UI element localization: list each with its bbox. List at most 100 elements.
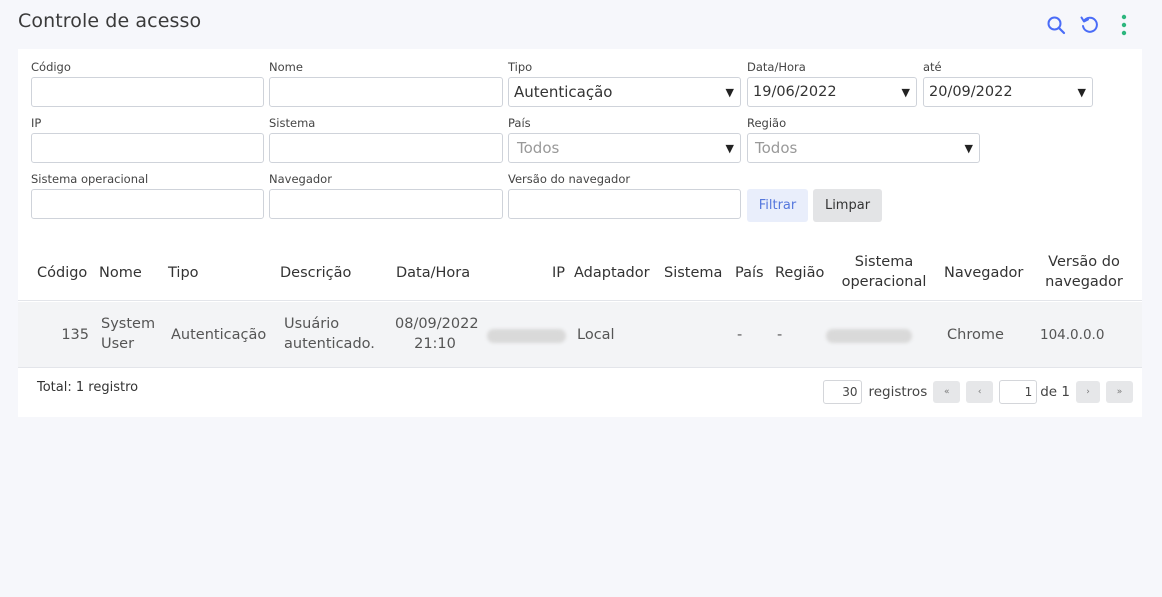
- cell-so-redacted: [826, 329, 912, 343]
- col-codigo[interactable]: Código: [37, 263, 87, 283]
- ate-filter: até 20/09/2022 ▼: [923, 60, 1093, 107]
- nome-input[interactable]: [269, 77, 503, 107]
- codigo-label: Código: [31, 60, 71, 74]
- col-versao-navegador[interactable]: Versão do navegador: [1034, 252, 1134, 292]
- codigo-filter: Código: [31, 60, 264, 107]
- first-page-button[interactable]: «: [933, 381, 961, 403]
- cell-descricao-line2: autenticado.: [284, 336, 375, 352]
- prev-page-button[interactable]: ‹: [966, 381, 994, 403]
- col-versao-line2: navegador: [1045, 274, 1123, 290]
- cell-adaptador: Local: [577, 327, 615, 343]
- col-descricao[interactable]: Descrição: [280, 263, 351, 283]
- col-regiao[interactable]: Região: [775, 263, 824, 283]
- page-title: Controle de acesso: [18, 10, 202, 32]
- page-size-input[interactable]: 30: [823, 380, 863, 404]
- next-page-button[interactable]: ›: [1076, 381, 1100, 403]
- caret-down-icon: ▼: [725, 85, 734, 99]
- col-so-line1: Sistema: [854, 254, 914, 270]
- so-filter: Sistema operacional: [31, 172, 264, 219]
- data-hora-filter: Data/Hora 19/06/2022 ▼: [747, 60, 917, 107]
- regiao-label: Região: [747, 116, 787, 130]
- filter-button[interactable]: Filtrar: [747, 189, 808, 222]
- cell-descricao: Usuário autenticado.: [284, 314, 375, 354]
- data-hora-value: 19/06/2022: [753, 84, 837, 100]
- cell-navegador: Chrome: [947, 327, 1004, 343]
- pagination: 30 registros « ‹ 1 de 1 › »: [823, 380, 1133, 404]
- pais-label: País: [508, 116, 531, 130]
- nome-filter: Nome: [269, 60, 503, 107]
- header-actions: [1046, 14, 1134, 36]
- ate-select[interactable]: 20/09/2022 ▼: [923, 77, 1093, 107]
- navegador-label: Navegador: [269, 172, 332, 186]
- tipo-select[interactable]: Autenticação ▼: [508, 77, 741, 107]
- pais-select[interactable]: Todos ▼: [508, 133, 741, 163]
- col-data-hora[interactable]: Data/Hora: [396, 263, 470, 283]
- cell-data-hora: 08/09/2022 21:10: [395, 314, 479, 354]
- so-label: Sistema operacional: [31, 172, 149, 186]
- caret-down-icon: ▼: [725, 141, 734, 155]
- clear-button[interactable]: Limpar: [813, 189, 882, 222]
- registros-label: registros: [868, 384, 928, 400]
- data-hora-label: Data/Hora: [747, 60, 806, 74]
- data-hora-select[interactable]: 19/06/2022 ▼: [747, 77, 917, 107]
- cell-descricao-line1: Usuário: [284, 316, 340, 332]
- cell-pais: -: [737, 327, 743, 343]
- pais-value: Todos: [517, 139, 560, 157]
- so-input[interactable]: [31, 189, 264, 219]
- regiao-select[interactable]: Todos ▼: [747, 133, 980, 163]
- col-adaptador[interactable]: Adaptador: [574, 263, 650, 283]
- col-sistema-operacional[interactable]: Sistema operacional: [834, 252, 934, 292]
- caret-down-icon: ▼: [1077, 85, 1086, 99]
- total-count: Total: 1 registro: [37, 380, 139, 395]
- filter-card: Código Nome Tipo Autenticação ▼ Data/Hor…: [18, 49, 1142, 417]
- sistema-filter: Sistema: [269, 116, 503, 163]
- cell-data-line2: 21:10: [414, 336, 456, 352]
- table-row[interactable]: 135 System User Autenticação Usuário aut…: [18, 302, 1142, 368]
- versao-navegador-input[interactable]: [508, 189, 741, 219]
- search-icon[interactable]: [1046, 14, 1066, 36]
- tipo-value: Autenticação: [514, 83, 613, 101]
- navegador-input[interactable]: [269, 189, 503, 219]
- caret-down-icon: ▼: [901, 85, 910, 99]
- cell-nome-line2: User: [101, 336, 135, 352]
- nome-label: Nome: [269, 60, 303, 74]
- col-pais[interactable]: País: [735, 263, 764, 283]
- col-so-line2: operacional: [841, 274, 927, 290]
- cell-nome: System User: [101, 314, 155, 354]
- table-header: Código Nome Tipo Descrição Data/Hora IP …: [18, 244, 1142, 301]
- ip-label: IP: [31, 116, 42, 130]
- ip-input[interactable]: [31, 133, 264, 163]
- results-table: Código Nome Tipo Descrição Data/Hora IP …: [18, 244, 1142, 368]
- versao-navegador-label: Versão do navegador: [508, 172, 631, 186]
- refresh-icon[interactable]: [1080, 14, 1100, 36]
- cell-regiao: -: [777, 327, 783, 343]
- ate-value: 20/09/2022: [929, 84, 1013, 100]
- ip-filter: IP: [31, 116, 264, 163]
- navegador-filter: Navegador: [269, 172, 503, 219]
- current-page-input[interactable]: 1: [999, 380, 1038, 404]
- last-page-button[interactable]: »: [1106, 381, 1133, 403]
- codigo-input[interactable]: [31, 77, 264, 107]
- pais-filter: País Todos ▼: [508, 116, 741, 163]
- cell-nome-line1: System: [101, 316, 156, 332]
- tipo-label: Tipo: [508, 60, 533, 74]
- col-sistema[interactable]: Sistema: [664, 263, 722, 283]
- regiao-value: Todos: [755, 139, 798, 157]
- cell-ip-redacted: [487, 329, 566, 343]
- cell-tipo: Autenticação: [171, 327, 267, 343]
- cell-codigo: 135: [61, 327, 89, 343]
- regiao-filter: Região Todos ▼: [747, 116, 980, 163]
- col-tipo[interactable]: Tipo: [168, 263, 199, 283]
- caret-down-icon: ▼: [964, 141, 973, 155]
- versao-navegador-filter: Versão do navegador: [508, 172, 741, 219]
- col-navegador[interactable]: Navegador: [944, 263, 1023, 283]
- sistema-input[interactable]: [269, 133, 503, 163]
- more-vertical-icon[interactable]: [1114, 14, 1134, 36]
- col-nome[interactable]: Nome: [99, 263, 142, 283]
- of-pages-label: de 1: [1040, 384, 1070, 400]
- cell-data-line1: 08/09/2022: [395, 316, 479, 332]
- tipo-filter: Tipo Autenticação ▼: [508, 60, 741, 107]
- ate-label: até: [923, 60, 942, 74]
- sistema-label: Sistema: [269, 116, 316, 130]
- col-ip[interactable]: IP: [552, 263, 565, 283]
